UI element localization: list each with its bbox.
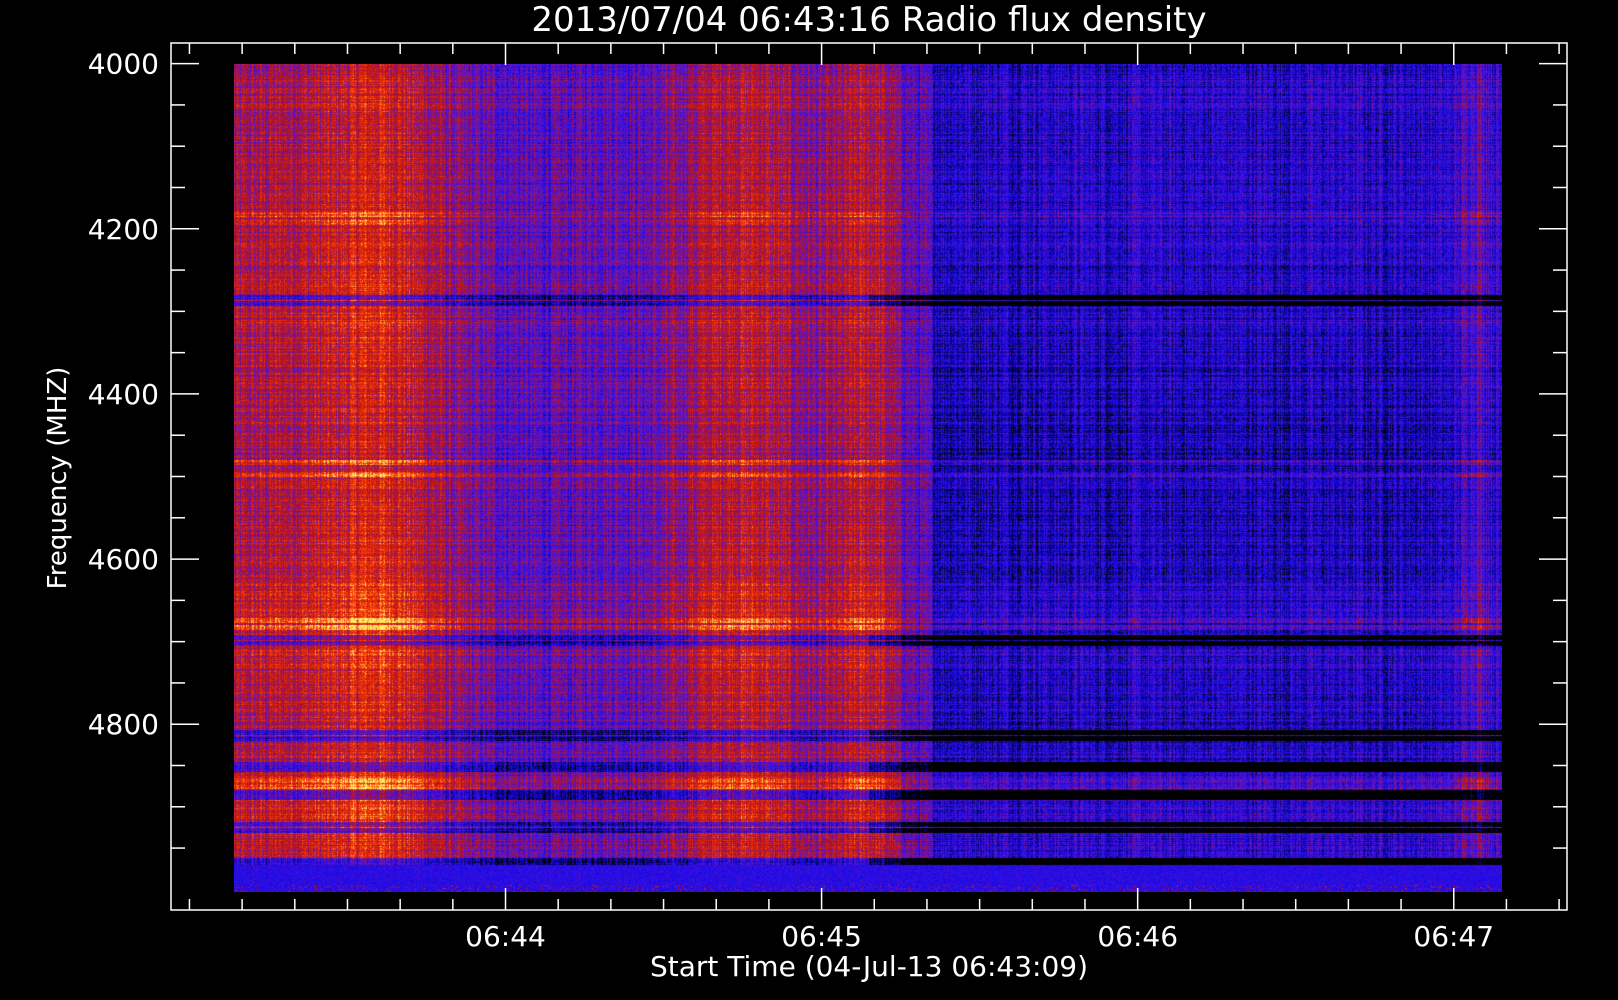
y-tick-label: 4200 [88,213,159,246]
y-tick-label: 4400 [88,378,159,411]
y-tick-label: 4800 [88,708,159,741]
x-axis-label: Start Time (04-Jul-13 06:43:09) [650,950,1088,983]
x-tick-label: 06:44 [465,920,546,953]
x-tick-label: 06:45 [781,920,862,953]
y-tick-label: 4600 [88,543,159,576]
heatmap-container [234,64,1502,892]
y-axis-label: Frequency (MHZ) [43,367,73,590]
x-tick-label: 06:47 [1413,920,1494,953]
chart-title: 2013/07/04 06:43:16 Radio flux density [531,0,1206,40]
x-tick-label: 06:46 [1097,920,1178,953]
heatmap-canvas [234,64,1502,892]
y-tick-label: 4000 [88,48,159,81]
spectrogram-chart: 2013/07/04 06:43:16 Radio flux density 0… [0,0,1618,1000]
